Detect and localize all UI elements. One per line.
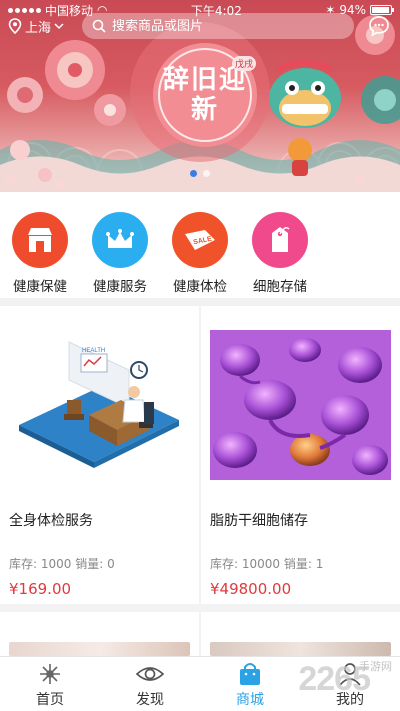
category-nav: 健康保健 健康服务 SALE 健康体检 细胞存储 [0,192,400,298]
tab-home[interactable]: 首页 [0,657,100,711]
product-stock-sales: 库存: 10000 销量: 1 [210,555,323,572]
chat-bubble-icon [369,16,389,37]
stock-label: 库存: [9,557,38,571]
category-cell-storage[interactable]: 细胞存储 [240,212,320,298]
sales-value: 0 [107,557,115,571]
product-card[interactable] [0,612,199,656]
category-icon-bg [252,212,308,268]
sale-tag-icon: SALE [185,230,215,250]
tab-mall[interactable]: 商城 [200,657,300,711]
cells-microscope-icon [210,330,391,480]
category-health-checkup[interactable]: SALE 健康体检 [160,212,240,298]
stock-value: 10000 [241,557,281,571]
product-card[interactable]: HEALTH 全身体检服务 库存: 1000 销量: 0 ¥169.00 [0,306,199,604]
banner-pagination [0,170,400,177]
product-price: ¥169.00 [9,580,72,598]
category-label: 健康服务 [93,279,147,295]
sales-label: 销量: [75,557,104,571]
stock-value: 1000 [40,557,72,571]
product-name: 脂肪干细胞储存 [210,513,308,529]
category-icon-bg [12,212,68,268]
search-input[interactable] [112,18,312,34]
tab-discover[interactable]: 发现 [100,657,200,711]
banner-seal-small: 戊戌 [232,56,257,71]
tab-label: 首页 [36,692,64,708]
top-header: 上海 [0,10,400,42]
tab-label: 发现 [136,692,164,708]
product-image [210,642,391,656]
chevron-down-icon [54,22,64,29]
category-label: 健康保健 [13,279,67,295]
product-row-next [0,612,400,656]
category-health-service[interactable]: 健康服务 [80,212,160,298]
category-label: 细胞存储 [253,279,307,295]
user-icon [335,660,365,688]
city-label: 上海 [25,20,52,36]
product-image [9,642,190,656]
search-icon [92,19,106,33]
tab-label: 商城 [236,692,264,708]
crown-icon [106,229,134,248]
tab-mine[interactable]: 我的 [300,657,400,711]
product-stock-sales: 库存: 1000 销量: 0 [9,555,115,572]
product-image [210,330,391,480]
product-card[interactable]: 脂肪干细胞储存 库存: 10000 销量: 1 ¥49800.00 [201,306,400,604]
category-icon-bg [92,212,148,268]
banner-dot [203,170,210,177]
search-bar[interactable] [82,13,354,39]
bottom-tab-bar: 首页 发现 商城 我的 [0,656,400,711]
city-selector[interactable]: 上海 [8,17,78,36]
store-icon [28,228,52,252]
product-price: ¥49800.00 [210,580,292,598]
health-office-illustration-icon: HEALTH [9,330,190,480]
location-pin-icon [8,18,22,34]
message-button[interactable] [366,13,392,39]
product-image: HEALTH [9,330,190,480]
sales-label: 销量: [283,557,312,571]
tab-label: 我的 [336,692,364,708]
product-name: 全身体检服务 [9,513,93,529]
eye-icon [135,660,165,688]
stock-label: 库存: [210,557,239,571]
shopping-bag-icon [235,660,265,688]
product-grid: HEALTH 全身体检服务 库存: 1000 销量: 0 ¥169.00 脂肪干… [0,306,400,646]
category-label: 健康体检 [173,279,227,295]
banner-seal-text: 辞旧迎新 [162,65,247,125]
product-card[interactable] [201,612,400,656]
gift-tag-icon [272,227,290,252]
category-icon-bg: SALE [172,212,228,268]
banner-dot [190,170,197,177]
sales-value: 1 [315,557,324,571]
svg-text:HEALTH: HEALTH [82,348,105,354]
home-flower-icon [35,660,65,688]
category-health-care[interactable]: 健康保健 [0,212,80,298]
